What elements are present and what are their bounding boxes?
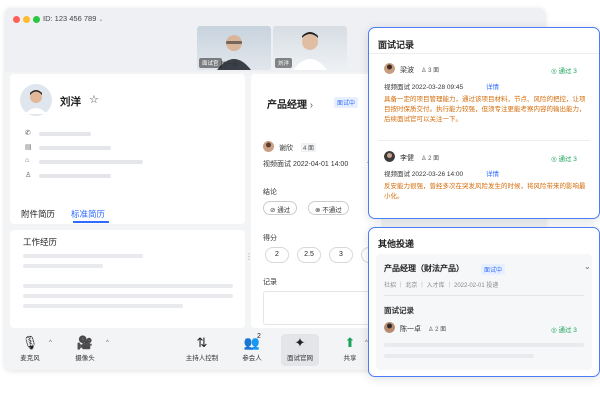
interviewer-avatar <box>384 151 395 162</box>
chevron-down-icon[interactable]: ⌄ <box>584 262 591 271</box>
record-label: 记录 <box>263 279 277 286</box>
score-option[interactable]: 2.5 <box>297 247 321 263</box>
person-badge-icon: ♙ <box>421 156 427 162</box>
id-row: ▤ <box>25 144 145 152</box>
chevron-right-icon: › <box>309 100 314 111</box>
score-option[interactable]: 3 <box>329 247 353 263</box>
interview-icon: ✦ <box>294 335 306 350</box>
chevron-up-icon[interactable]: ^ <box>49 340 52 346</box>
candidate-name: 刘洋 <box>60 96 81 108</box>
interview-button[interactable]: ✦ 面试官网 <box>281 334 319 366</box>
record-comment: 反安能力很强，曾经多次在突发风险发生的时候，将风险带来的影响最小化。 <box>384 183 586 200</box>
maximize-window-button[interactable] <box>33 16 40 23</box>
host-control-icon: ⇅ <box>196 335 208 350</box>
video-tile-candidate[interactable]: 刘洋 <box>273 26 347 70</box>
record-comment: 具备一定的项目管理能力，通过该项目材料，节点、风险的把控，让项目按时保质交付。执… <box>384 96 586 123</box>
status-badge: 面试中 <box>334 97 359 108</box>
chevron-up-icon[interactable]: ^ <box>106 340 109 346</box>
video-name: 陈一卓 <box>221 62 238 68</box>
tab-attachment-resume[interactable]: 附件简历 <box>21 208 55 220</box>
records-card-title: 面试记录 <box>378 40 415 50</box>
person-badge-icon: ♙ <box>421 68 427 74</box>
score-option[interactable]: 2 <box>265 247 289 263</box>
record-interviewer-name: 梁波 <box>400 67 414 74</box>
detail-link[interactable]: 详情 <box>486 168 499 178</box>
interviewer-name: 谢欣 <box>279 145 293 152</box>
interviewer-avatar <box>263 141 274 152</box>
star-icon[interactable]: ☆ <box>89 93 99 106</box>
interviewer-avatar <box>384 322 395 333</box>
education-row: ⌂ <box>25 157 145 166</box>
x-circle-icon: ⊗ <box>315 207 321 214</box>
participants-button[interactable]: 👥 参会人 <box>237 334 267 362</box>
round-badge: ♙ 2 面 <box>421 156 440 162</box>
meeting-id-text: ID: 123 456 789 <box>43 14 97 23</box>
share-button[interactable]: ⬆ 共享 <box>337 334 363 362</box>
check-circle-icon: ◎ <box>551 327 557 334</box>
pass-status: ◎ 通过 3 <box>551 327 577 334</box>
video-tile-interviewer[interactable]: 面试官 陈一卓 <box>197 26 271 70</box>
status-badge: 面试中 <box>481 264 506 275</box>
video-tag: 刘洋 <box>275 58 293 68</box>
work-experience-title: 工作经历 <box>23 237 58 247</box>
record-interviewer-name: 李健 <box>400 155 414 162</box>
participant-count: 2 <box>257 333 261 340</box>
interviewer-avatar <box>384 63 395 74</box>
round-badge: ♙ 2 面 <box>428 327 447 333</box>
host-control-button[interactable]: ⇅ 主持人控制 <box>181 334 223 362</box>
check-circle-icon: ◎ <box>551 68 557 75</box>
detail-link[interactable]: 详情 <box>486 81 499 91</box>
fail-option[interactable]: ⊗ 不通过 <box>308 201 349 215</box>
avatar <box>20 84 52 116</box>
video-tag: 面试官 <box>199 58 222 68</box>
score-label: 得分 <box>263 235 277 242</box>
record-textarea[interactable] <box>263 291 375 325</box>
job-title[interactable]: 产品经理 › <box>267 96 313 111</box>
check-circle-icon: ⊘ <box>270 207 276 214</box>
graduation-cap-icon: ⌂ <box>25 157 30 164</box>
user-row: ♙ <box>25 172 145 180</box>
round-badge: 4 面 <box>301 143 317 152</box>
application-meta: 社招 ｜ 北京 ｜ 入才库 ｜ 2022-02-01 投递 <box>384 283 499 289</box>
camera-icon: 🎥 <box>76 335 94 350</box>
participants-icon: 👥 <box>243 335 261 350</box>
meeting-id[interactable]: ID: 123 456 789 ⌄ <box>43 14 103 23</box>
phone-row: ✆ <box>25 130 145 138</box>
tab-standard-resume[interactable]: 标准简历 <box>71 208 105 220</box>
share-icon: ⬆ <box>344 335 356 350</box>
chevron-down-icon: ⌄ <box>98 17 104 23</box>
check-circle-icon: ◎ <box>551 156 557 163</box>
application-records-title: 面试记录 <box>384 306 414 315</box>
pass-status: ◎ 通过 3 <box>551 156 577 163</box>
close-window-button[interactable] <box>13 16 20 23</box>
pass-status: ◎ 通过 3 <box>551 68 577 75</box>
phone-icon: ✆ <box>25 130 31 137</box>
pass-option[interactable]: ⊘ 通过 <box>263 201 298 215</box>
camera-button[interactable]: 🎥 摄像头 <box>70 334 100 362</box>
record-interviewer-name: 陈一卓 <box>400 326 421 333</box>
minimize-window-button[interactable] <box>23 16 30 23</box>
record-type-time: 视频面试 2022-03-28 09:45 <box>384 84 464 91</box>
application-job-title: 产品经理（财法产品） <box>384 264 464 273</box>
other-card-title: 其他投递 <box>378 239 415 249</box>
id-card-icon: ▤ <box>25 144 32 151</box>
interview-type-time: 视频面试 2022-04-01 14:00 <box>263 161 349 168</box>
conclusion-label: 结论 <box>263 189 277 196</box>
user-icon: ♙ <box>25 172 32 179</box>
record-type-time: 视频面试 2022-03-26 14:00 <box>384 171 464 178</box>
microphone-button[interactable]: 🎙 麦克风 <box>15 334 45 362</box>
active-tab-indicator <box>73 221 109 223</box>
microphone-icon: 🎙 <box>21 335 39 350</box>
person-badge-icon: ♙ <box>428 327 434 333</box>
round-badge: ♙ 3 面 <box>421 68 440 74</box>
